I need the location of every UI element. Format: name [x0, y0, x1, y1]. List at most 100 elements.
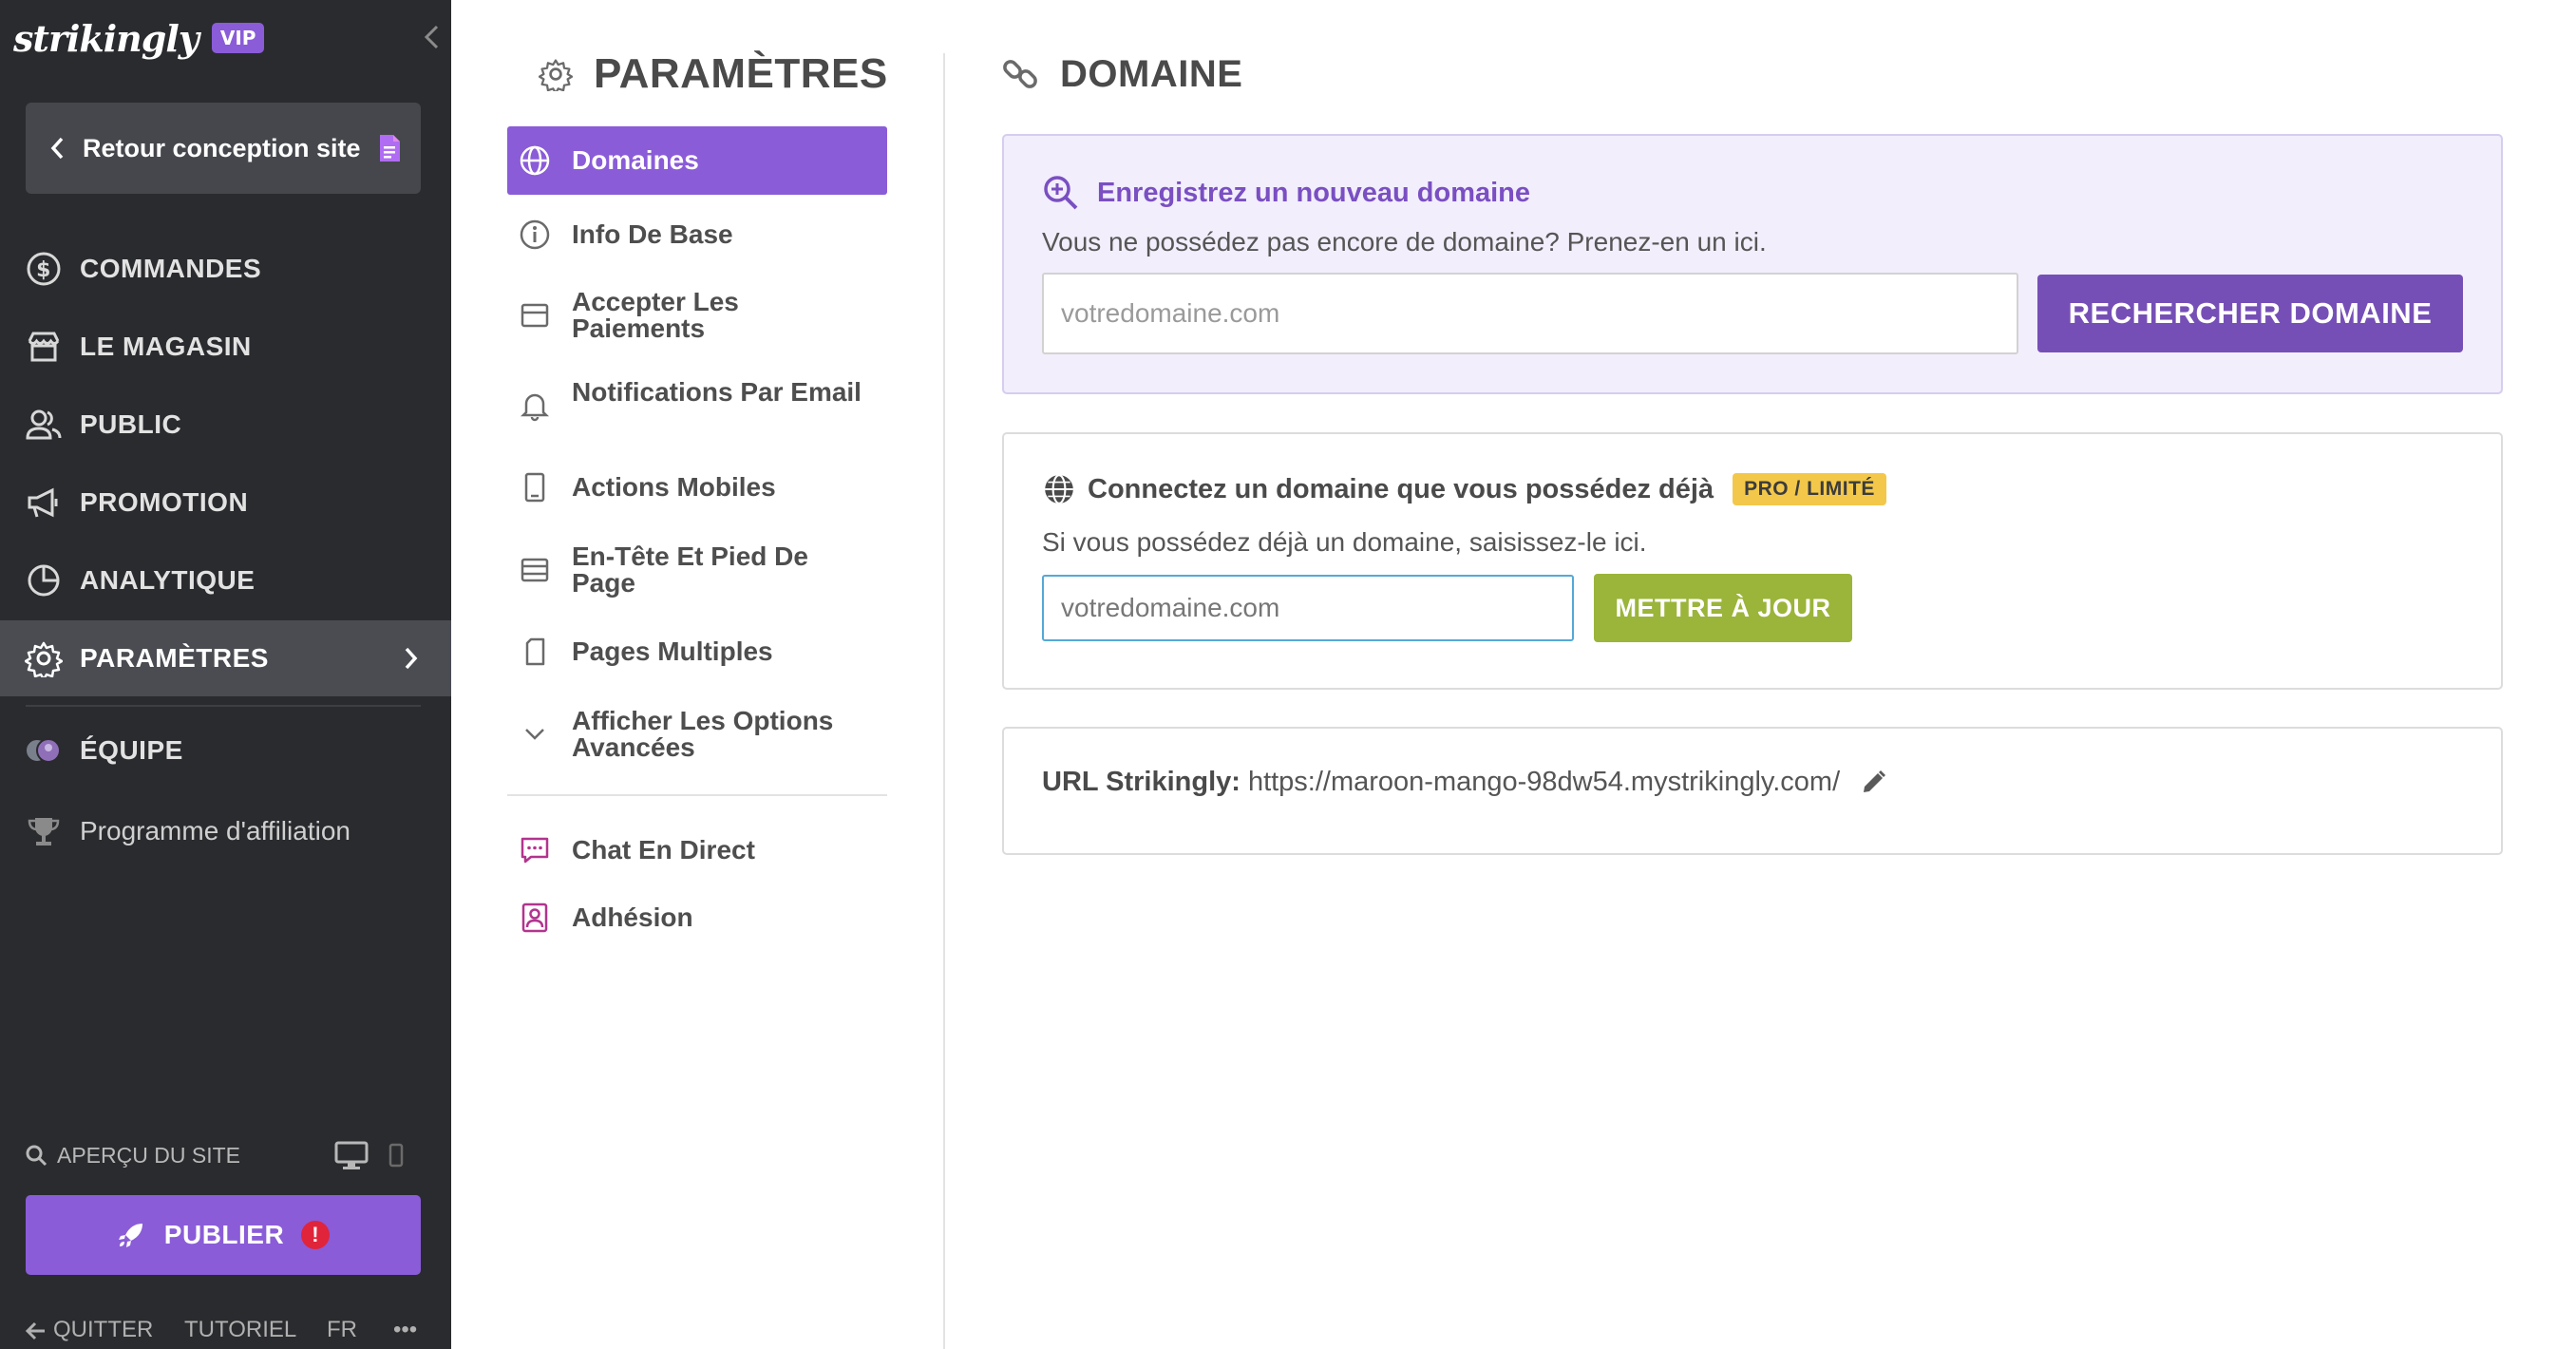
nav-parametres[interactable]: PARAMÈTRES: [0, 620, 451, 696]
connect-domain-card: Connectez un domaine que vous possédez d…: [1002, 432, 2503, 690]
site-preview-row: APERÇU DU SITE: [25, 1134, 424, 1176]
register-subtitle: Vous ne possédez pas encore de domaine? …: [1042, 227, 1767, 256]
settings-item-domaines[interactable]: Domaines: [507, 126, 887, 195]
document-icon: [379, 135, 400, 162]
strikingly-url-row: URL Strikingly: https://maroon-mango-98d…: [1042, 767, 1887, 798]
pro-limited-badge: PRO / LIMITÉ: [1733, 473, 1886, 505]
update-domain-button[interactable]: METTRE À JOUR: [1594, 574, 1852, 642]
settings-item-label: Chat En Direct: [572, 835, 755, 864]
connect-subtitle: Si vous possédez déjà un domaine, saisis…: [1042, 527, 1647, 557]
quit-link[interactable]: QUITTER: [53, 1317, 153, 1343]
settings-item-adhesion[interactable]: Adhésion: [507, 894, 887, 941]
nav-label: PROMOTION: [80, 487, 249, 517]
brand[interactable]: strikingly VIP: [13, 13, 265, 63]
megaphone-icon: [28, 487, 58, 518]
settings-item-label: Accepter Les Paiements: [572, 287, 739, 343]
existing-domain-input[interactable]: votredomaine.com: [1042, 575, 1574, 641]
register-domain-card: Enregistrez un nouveau domaine Vous ne p…: [1002, 134, 2503, 394]
search-domain-button[interactable]: RECHERCHER DOMAINE: [2037, 275, 2463, 352]
rocket-icon: [118, 1224, 142, 1247]
globe-icon: [520, 145, 550, 176]
sidebar-divider: [26, 705, 421, 707]
url-label: URL Strikingly:: [1042, 767, 1241, 797]
url-value: https://maroon-mango-98dw54.mystrikingly…: [1247, 767, 1841, 797]
settings-item-label: Afficher Les Options Avancées: [572, 706, 834, 762]
settings-item-label: Pages Multiples: [572, 636, 773, 666]
nav-equipe[interactable]: ÉQUIPE: [0, 712, 451, 788]
nav-label: PARAMÈTRES: [80, 643, 269, 673]
connect-heading-text: Connectez un domaine que vous possédez d…: [1088, 473, 1714, 504]
column-divider: [943, 53, 945, 1349]
vip-badge: VIP: [211, 23, 265, 53]
site-preview-label[interactable]: APERÇU DU SITE: [57, 1143, 240, 1168]
pencil-icon[interactable]: [1859, 769, 1887, 797]
settings-item-label: En-Tête Et Pied De Page: [572, 542, 808, 598]
team-avatars-icon: [25, 738, 61, 763]
nav-analytique[interactable]: ANALYTIQUE: [0, 542, 451, 618]
header-footer-icon: [521, 558, 549, 582]
mobile-icon[interactable]: [388, 1142, 405, 1168]
new-domain-input[interactable]: votredomaine.com: [1042, 273, 2018, 354]
settings-item-label: Adhésion: [572, 902, 693, 932]
register-heading-text: Enregistrez un nouveau domaine: [1097, 177, 1531, 208]
chevron-left-icon: [50, 137, 64, 160]
domain-heading: DOMAINE: [1001, 49, 1242, 99]
store-icon: [28, 332, 60, 362]
nav-label: LE MAGASIN: [80, 332, 252, 361]
publish-label: PUBLIER: [163, 1220, 285, 1249]
back-to-design-button[interactable]: Retour conception site: [26, 103, 421, 194]
domain-title: DOMAINE: [1060, 52, 1243, 95]
settings-item-label: Notifications Par Email: [572, 377, 862, 407]
settings-item-info-de-base[interactable]: Info De Base: [507, 211, 887, 258]
nav-label: ANALYTIQUE: [80, 565, 256, 595]
tutorial-link[interactable]: TUTORIEL: [184, 1317, 296, 1343]
settings-title: PARAMÈTRES: [594, 50, 888, 97]
settings-item-chat[interactable]: Chat En Direct: [507, 826, 887, 874]
language-link[interactable]: FR: [327, 1317, 357, 1343]
desktop-icon[interactable]: [334, 1140, 369, 1170]
settings-item-pages-multiples[interactable]: Pages Multiples: [507, 628, 887, 675]
chat-icon: [521, 837, 549, 864]
trophy-icon: [28, 818, 60, 846]
nav-promotion[interactable]: PROMOTION: [0, 465, 451, 541]
nav-commandes[interactable]: $ COMMANDES: [0, 231, 451, 307]
pages-icon: [525, 637, 545, 666]
card-icon: [521, 303, 549, 328]
nav-le-magasin[interactable]: LE MAGASIN: [0, 309, 451, 385]
gear-icon: [25, 641, 63, 677]
settings-item-en-tete[interactable]: En-Tête Et Pied De Page: [507, 540, 887, 600]
strikingly-logo: strikingly: [13, 16, 199, 60]
users-icon: [26, 409, 62, 440]
search-plus-icon: [1044, 176, 1078, 210]
chevron-down-icon: [525, 729, 544, 740]
settings-item-paiements[interactable]: Accepter Les Paiements: [507, 285, 887, 346]
pie-chart-icon: [28, 564, 60, 597]
nav-affiliation[interactable]: Programme d'affiliation: [0, 793, 451, 869]
search-icon: [26, 1145, 47, 1167]
bell-icon: [520, 393, 550, 422]
strikingly-url-card: URL Strikingly: https://maroon-mango-98d…: [1002, 727, 2503, 855]
nav-public[interactable]: PUBLIC: [0, 387, 451, 463]
more-menu[interactable]: •••: [393, 1317, 417, 1343]
chevron-right-icon: [405, 647, 418, 670]
link-icon: [1003, 60, 1037, 88]
dollar-circle-icon: $: [27, 252, 61, 286]
settings-item-notifications[interactable]: Notifications Par Email: [507, 375, 887, 436]
collapse-chevron-icon[interactable]: [418, 21, 445, 53]
settings-item-label: Domaines: [572, 145, 699, 175]
alert-badge: !: [301, 1221, 331, 1249]
settings-divider: [507, 794, 887, 796]
nav-label: PUBLIC: [80, 409, 182, 439]
info-icon: [520, 219, 550, 250]
settings-item-label: Actions Mobiles: [572, 472, 776, 502]
publish-button[interactable]: PUBLIER !: [26, 1195, 421, 1275]
back-to-design-label: Retour conception site: [83, 133, 361, 162]
settings-heading: PARAMÈTRES: [539, 49, 888, 99]
settings-item-actions-mobiles[interactable]: Actions Mobiles: [507, 464, 887, 511]
gear-icon: [539, 59, 573, 91]
left-sidebar: strikingly VIP Retour conception site $ …: [0, 0, 451, 1349]
settings-item-options-avancees[interactable]: Afficher Les Options Avancées: [507, 704, 887, 765]
mobile-icon: [524, 472, 545, 503]
connect-heading: Connectez un domaine que vous possédez d…: [1042, 472, 1886, 506]
member-icon: [521, 902, 548, 933]
